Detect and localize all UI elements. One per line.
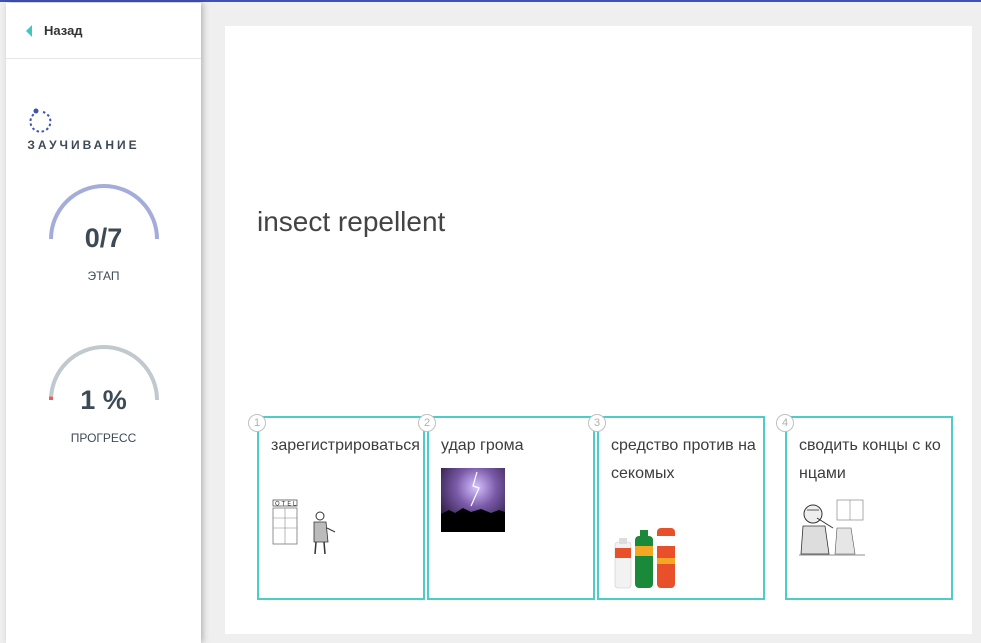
option-number: 2 [418, 414, 436, 432]
spray-cans-image [614, 528, 675, 589]
stage-label: ЭТАП [87, 269, 120, 283]
question-term: insect repellent [257, 206, 446, 237]
option-number: 1 [248, 414, 266, 432]
lightning-image [441, 468, 505, 532]
option-text: сводить концы с концами [799, 437, 941, 482]
stage-value: 0/7 [84, 223, 123, 253]
back-label: Назад [44, 23, 83, 38]
answer-option-3[interactable]: 3 средство против насекомых [588, 414, 765, 600]
sidebar: Назад ЗАУЧИВАНИЕ 0/7 ЭТАП 1 % ПРОГРЕСС [6, 3, 201, 643]
option-number: 4 [776, 414, 794, 432]
progress-value: 1 % [80, 385, 127, 415]
answer-option-4[interactable]: 4 сводить концы с концами [776, 414, 953, 600]
question-card: insect repellent 1 зарегистрироваться O … [225, 26, 972, 634]
hotel-checkin-image: O T E L [271, 498, 337, 556]
mode-label: ЗАУЧИВАНИЕ [27, 138, 140, 152]
worried-man-image [799, 498, 865, 556]
back-button[interactable]: Назад [6, 3, 201, 59]
option-text: средство против насекомых [611, 437, 756, 482]
svg-text:O T E L: O T E L [275, 501, 297, 508]
progress-label: ПРОГРЕСС [70, 431, 137, 445]
learn-mode-icon [29, 108, 52, 133]
option-text: зарегистрироваться [271, 437, 420, 454]
back-arrow-icon [26, 25, 32, 37]
option-number: 3 [588, 414, 606, 432]
answer-option-2[interactable]: 2 удар грома [418, 414, 595, 600]
top-accent-line [0, 0, 981, 2]
option-text: удар грома [441, 437, 524, 454]
answer-option-1[interactable]: 1 зарегистрироваться O T E L [248, 414, 425, 600]
